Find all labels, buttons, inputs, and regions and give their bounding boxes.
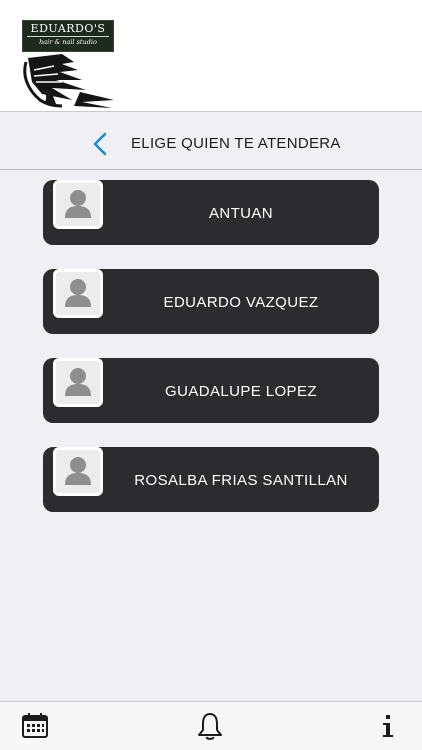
staff-name: ANTUAN — [208, 205, 274, 222]
brand-logo: EDUARDO'S hair & nail studio — [22, 20, 114, 110]
back-button[interactable] — [90, 131, 112, 157]
info-icon — [383, 715, 393, 737]
staff-name: EDUARDO VAZQUEZ — [163, 294, 319, 311]
staff-card-eduardo-vazquez[interactable]: EDUARDO VAZQUEZ — [43, 269, 379, 334]
logo-portrait-art — [23, 54, 114, 108]
tab-calendar[interactable] — [21, 711, 49, 741]
tab-notifications[interactable] — [196, 711, 224, 741]
person-icon — [65, 457, 91, 485]
staff-card-antuan[interactable]: ANTUAN — [43, 180, 379, 245]
logo-tagline: hair & nail studio — [27, 36, 109, 47]
staff-card-rosalba-frias-santillan[interactable]: ROSALBA FRIAS SANTILLAN — [43, 447, 379, 512]
staff-name: GUADALUPE LOPEZ — [165, 383, 317, 400]
person-icon — [65, 279, 91, 307]
avatar — [53, 447, 103, 496]
avatar — [53, 358, 103, 407]
navigation-bar: ELIGE QUIEN TE ATENDERA — [0, 113, 422, 170]
staff-card-guadalupe-lopez[interactable]: GUADALUPE LOPEZ — [43, 358, 379, 423]
tab-info[interactable] — [376, 711, 400, 741]
avatar — [53, 269, 103, 318]
logo-plate: EDUARDO'S hair & nail studio — [22, 20, 114, 52]
bell-icon — [198, 713, 222, 740]
calendar-icon — [22, 713, 48, 738]
chevron-left-icon — [93, 132, 107, 156]
avatar — [53, 180, 103, 229]
logo-name: EDUARDO'S — [30, 22, 106, 35]
staff-name: ROSALBA FRIAS SANTILLAN — [134, 472, 348, 489]
tab-bar — [0, 701, 422, 750]
person-icon — [65, 368, 91, 396]
app-header: EDUARDO'S hair & nail studio — [0, 0, 422, 112]
page-title: ELIGE QUIEN TE ATENDERA — [131, 135, 341, 152]
person-icon — [65, 190, 91, 218]
